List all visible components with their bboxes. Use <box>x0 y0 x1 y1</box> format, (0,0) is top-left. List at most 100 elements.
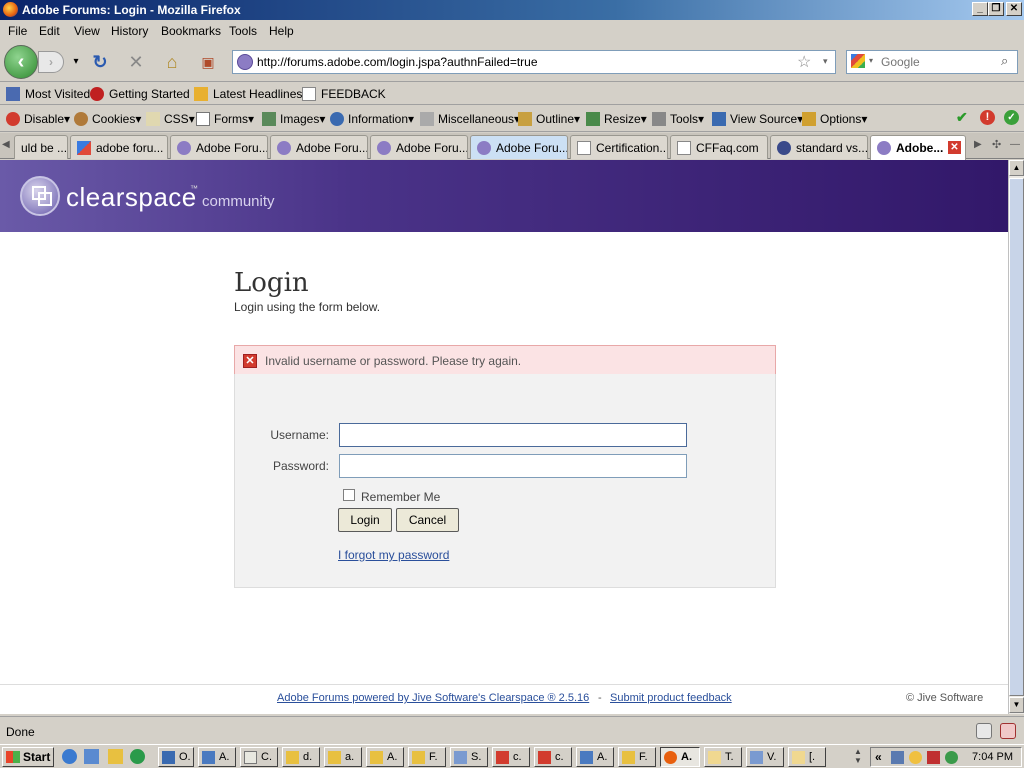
remember-me-checkbox[interactable] <box>343 489 355 501</box>
scroll-thumb[interactable] <box>1009 178 1024 696</box>
security-icon[interactable] <box>927 751 940 764</box>
url-dropdown-icon[interactable]: ▾ <box>823 56 828 67</box>
menu-bookmarks[interactable]: Bookmarks <box>161 24 221 38</box>
dev-miscellaneous[interactable]: Miscellaneous▾ <box>420 112 520 126</box>
remember-me-label[interactable]: Remember Me <box>361 490 440 504</box>
back-button[interactable]: ‹ <box>4 45 38 79</box>
scroll-up-icon[interactable]: ▲ <box>1009 160 1024 176</box>
search-input[interactable] <box>881 53 997 71</box>
taskbar-item[interactable]: d. <box>282 747 320 767</box>
addon-status-icon[interactable] <box>976 723 992 739</box>
taskbar-item[interactable]: O. <box>158 747 194 767</box>
tab-6[interactable]: Adobe Foru... <box>470 135 568 159</box>
dev-options[interactable]: Options▾ <box>802 112 867 126</box>
ie-quicklaunch-icon[interactable] <box>62 749 77 764</box>
tab-3[interactable]: Adobe Foru... <box>170 135 268 159</box>
taskbar-item[interactable]: V. <box>746 747 784 767</box>
forward-button[interactable]: › <box>38 51 64 73</box>
dev-cookies[interactable]: Cookies▾ <box>74 112 141 126</box>
dev-view-source[interactable]: View Source▾ <box>712 112 803 126</box>
taskbar-scroll-icon[interactable]: ▲ ▼ <box>854 747 862 765</box>
home-icon[interactable]: ⌂ <box>162 52 182 72</box>
firebug-icon[interactable] <box>1000 723 1016 739</box>
password-field[interactable] <box>339 454 687 478</box>
dev-outline[interactable]: Outline▾ <box>518 112 580 126</box>
menu-edit[interactable]: Edit <box>39 24 60 38</box>
dev-css[interactable]: CSS▾ <box>146 112 195 126</box>
dev-images[interactable]: Images▾ <box>262 112 325 126</box>
bookmark-star-icon[interactable]: ☆ <box>797 52 811 72</box>
footer-powered-by-link[interactable]: Adobe Forums powered by Jive Software's … <box>277 692 589 704</box>
vertical-scrollbar[interactable]: ▲ ▼ <box>1008 160 1024 714</box>
taskbar-item[interactable]: c. <box>492 747 530 767</box>
engine-dropdown-icon[interactable]: ▾ <box>869 56 873 65</box>
css-valid-icon[interactable]: ✔ <box>956 109 968 126</box>
tab-9[interactable]: standard vs... <box>770 135 868 159</box>
search-icon[interactable]: ⌕ <box>1001 53 1008 69</box>
close-tab-icon[interactable]: ✕ <box>948 141 961 154</box>
cancel-button[interactable]: Cancel <box>396 508 459 532</box>
tab-4[interactable]: Adobe Foru... <box>270 135 368 159</box>
dev-tools[interactable]: Tools▾ <box>652 112 704 126</box>
tab-list-icon[interactable]: ✣ <box>992 138 1001 151</box>
google-engine-icon[interactable] <box>851 54 865 68</box>
network-icon[interactable] <box>891 751 904 764</box>
update-icon[interactable] <box>945 751 958 764</box>
dev-information[interactable]: Information▾ <box>330 112 414 126</box>
dev-forms[interactable]: Forms▾ <box>196 112 254 126</box>
bookmark-getting-started[interactable]: Getting Started <box>90 87 190 101</box>
start-button[interactable]: Start <box>2 747 54 767</box>
taskbar-item-firefox[interactable]: A. <box>660 747 700 767</box>
forgot-password-link[interactable]: I forgot my password <box>338 548 449 562</box>
maximize-button[interactable]: ❐ <box>988 2 1004 16</box>
taskbar-item[interactable]: a. <box>324 747 362 767</box>
dev-resize[interactable]: Resize▾ <box>586 112 647 126</box>
scroll-down-icon[interactable]: ▼ <box>1009 697 1024 713</box>
taskbar-item[interactable]: S. <box>450 747 488 767</box>
login-button[interactable]: Login <box>338 508 392 532</box>
close-button[interactable]: ✕ <box>1006 2 1022 16</box>
scroll-tabs-left-icon[interactable]: ◀ <box>2 139 10 150</box>
reload-icon[interactable]: ↻ <box>90 52 110 72</box>
tab-2[interactable]: adobe foru... <box>70 135 168 159</box>
taskbar-item[interactable]: F. <box>618 747 656 767</box>
taskbar-item[interactable]: A. <box>576 747 614 767</box>
taskbar-item[interactable]: A. <box>366 747 404 767</box>
messenger-icon[interactable] <box>909 751 922 764</box>
tab-7[interactable]: Certification... <box>570 135 668 159</box>
menu-tools[interactable]: Tools <box>229 24 257 38</box>
tray-expand-icon[interactable]: « <box>875 750 882 764</box>
clearspace-logo-icon[interactable] <box>20 176 60 216</box>
menu-file[interactable]: File <box>8 24 27 38</box>
bookmark-latest-headlines[interactable]: Latest Headlines <box>194 87 302 101</box>
taskbar-item[interactable]: A. <box>198 747 236 767</box>
error-status-icon[interactable]: ! <box>980 110 995 125</box>
menu-view[interactable]: View <box>74 24 100 38</box>
tab-8[interactable]: CFFaq.com <box>670 135 768 159</box>
all-tabs-icon[interactable]: — <box>1010 139 1020 150</box>
desktop-quicklaunch-icon[interactable] <box>84 749 99 764</box>
scroll-tabs-right-icon[interactable]: ▶ <box>974 139 982 150</box>
taskbar-item[interactable]: C. <box>240 747 278 767</box>
dev-disable[interactable]: Disable▾ <box>6 112 70 126</box>
bookmark-feedback[interactable]: FEEDBACK <box>302 87 386 101</box>
history-dropdown-icon[interactable]: ▾ <box>66 52 86 72</box>
tab-active[interactable]: Adobe... ✕ <box>870 135 966 160</box>
tab-view-icon[interactable]: ▣ <box>198 52 218 72</box>
taskbar-item[interactable]: F. <box>408 747 446 767</box>
taskbar-item[interactable]: T. <box>704 747 742 767</box>
footer-feedback-link[interactable]: Submit product feedback <box>610 692 732 704</box>
taskbar-item[interactable]: [. <box>788 747 826 767</box>
username-field[interactable] <box>339 423 687 447</box>
taskbar-item[interactable]: c. <box>534 747 572 767</box>
address-bar[interactable]: ☆ ▾ <box>232 50 836 74</box>
tab-1[interactable]: uld be ... <box>14 135 68 159</box>
bookmark-most-visited[interactable]: Most Visited <box>6 87 90 101</box>
ok-status-icon[interactable]: ✓ <box>1004 110 1019 125</box>
folder-quicklaunch-icon[interactable] <box>108 749 123 764</box>
menu-history[interactable]: History <box>111 24 148 38</box>
menu-help[interactable]: Help <box>269 24 294 38</box>
tab-5[interactable]: Adobe Foru... <box>370 135 468 159</box>
stop-icon[interactable]: ✕ <box>126 52 146 72</box>
url-input[interactable] <box>257 53 787 71</box>
